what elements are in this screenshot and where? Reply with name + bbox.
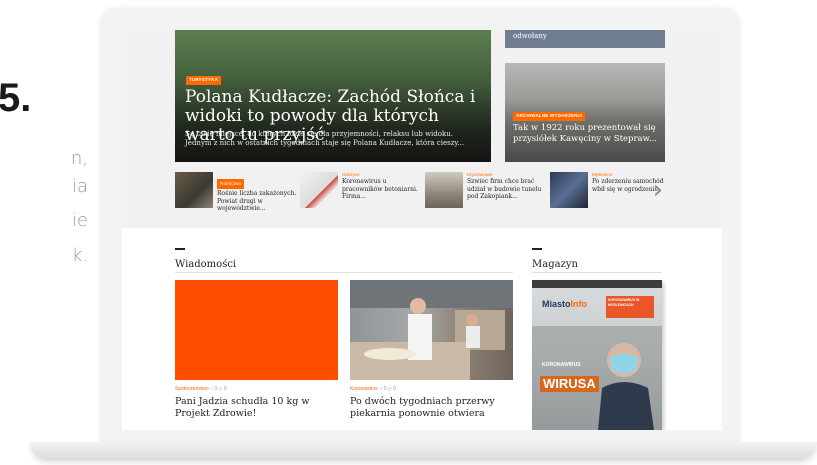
side-article[interactable]: ARCHIWALNE WYDARZENIA Tak w 1922 roku pr… bbox=[505, 63, 665, 162]
strip-title: Koronawirus u pracowników betoniarni. Fi… bbox=[342, 178, 418, 200]
news-category[interactable]: Społeczeństwo bbox=[175, 386, 209, 392]
comment-count: ○ 0 ◇ 0 bbox=[379, 386, 396, 392]
side-category-badge: ARCHIWALNE WYDARZENIA bbox=[513, 112, 586, 121]
strip-thumbnail bbox=[300, 172, 338, 208]
bakery-photo bbox=[350, 280, 513, 380]
strip-item[interactable]: Ostrzyce Koronawirus u pracowników beton… bbox=[300, 172, 425, 210]
magazine-cover[interactable]: MiastoInfo KORONAWIRUS W MYŚLENICACH KOR… bbox=[532, 280, 662, 430]
news-section-title: Wiadomości bbox=[175, 259, 237, 270]
news-meta: Koronawirus ○ 0 ◇ 0 bbox=[350, 386, 396, 392]
magazine-photo bbox=[532, 326, 662, 430]
news-meta: Społeczeństwo ○ 0 ◇ 0 bbox=[175, 386, 227, 392]
laptop-base bbox=[30, 442, 817, 460]
left-copy-column: 5. n, ia ie k. bbox=[0, 0, 100, 465]
laptop-screen: TURYSTYKA Polana Kudłacze: Zachód Słońca… bbox=[122, 30, 722, 430]
magazine-big-title: WIRUSA bbox=[540, 376, 599, 392]
comment-count: ○ 0 ◇ 0 bbox=[210, 386, 227, 392]
strip-title: Szwiec firm chce brać udział w budowie t… bbox=[467, 178, 542, 200]
magazine-section-title: Magazyn bbox=[532, 259, 578, 270]
chevron-right-icon[interactable]: › bbox=[650, 177, 666, 203]
section-number: 5. bbox=[0, 76, 32, 120]
strip-item[interactable]: Rolnictwo Rośnie liczba zakażonych. Powi… bbox=[175, 172, 300, 212]
strip-title: Rośnie liczba zakażonych. Powiat drugi w… bbox=[217, 190, 297, 212]
section-divider bbox=[532, 272, 662, 273]
copy-line: k. bbox=[71, 245, 88, 266]
news-title[interactable]: Po dwóch tygodniach przerwy piekarnia po… bbox=[350, 396, 510, 420]
strip-thumbnail bbox=[175, 172, 213, 208]
copy-line: ia bbox=[71, 176, 88, 197]
news-image[interactable] bbox=[175, 280, 338, 380]
section-divider bbox=[175, 272, 513, 273]
strip-thumbnail bbox=[550, 172, 588, 208]
copy-line: ie bbox=[71, 210, 88, 231]
copy-line: n, bbox=[70, 148, 88, 169]
strip-thumbnail bbox=[425, 172, 463, 208]
hero-category-badge: TURYSTYKA bbox=[186, 76, 222, 85]
side-article-top[interactable]: odwołany bbox=[505, 30, 665, 48]
hero-lead: Są takie miejsce, do których idzie się d… bbox=[185, 130, 465, 147]
side-article-title[interactable]: Tak w 1922 roku prezentował się przysiół… bbox=[513, 123, 663, 145]
news-title[interactable]: Pani Jadzia schudła 10 kg w Projekt Zdro… bbox=[175, 396, 335, 420]
news-image[interactable] bbox=[350, 280, 513, 380]
strip-category: Rolnictwo bbox=[217, 179, 245, 189]
section-dash bbox=[532, 248, 542, 250]
news-category[interactable]: Koronawirus bbox=[350, 386, 378, 392]
section-dash bbox=[175, 248, 185, 250]
hero-article[interactable]: TURYSTYKA Polana Kudłacze: Zachód Słońca… bbox=[175, 30, 491, 162]
side-article-top-title: odwołany bbox=[513, 32, 547, 40]
strip-item[interactable]: Kryczanowie Szwiec firm chce brać udział… bbox=[425, 172, 550, 210]
magazine-headline: KORONAWIRUS bbox=[542, 362, 581, 368]
